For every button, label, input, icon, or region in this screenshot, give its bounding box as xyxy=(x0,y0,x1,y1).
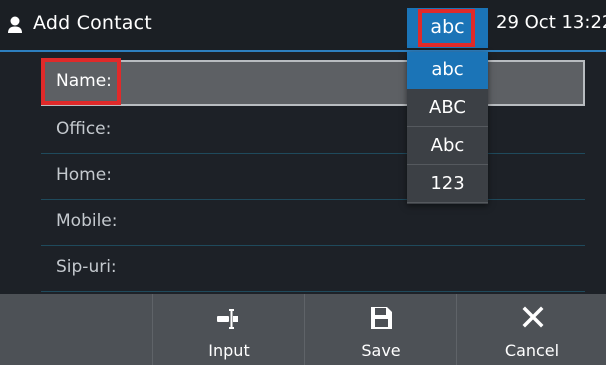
input-cursor-icon xyxy=(217,309,238,329)
input-mode-button[interactable]: abc xyxy=(407,8,488,48)
close-icon xyxy=(522,306,544,328)
title-bar: Add Contact abc 29 Oct 13:22 xyxy=(0,0,606,52)
contact-person-icon xyxy=(8,16,22,33)
softkey-empty xyxy=(0,294,152,365)
field-label: Sip-uri: xyxy=(56,257,117,277)
page-title: Add Contact xyxy=(33,12,152,34)
field-mobile[interactable]: Mobile: xyxy=(41,200,585,246)
cancel-button[interactable]: Cancel xyxy=(456,294,606,365)
name-field-highlight-box xyxy=(41,58,121,105)
input-mode-option-abc[interactable]: abc xyxy=(407,52,488,89)
cancel-button-label: Cancel xyxy=(504,341,560,360)
save-button-label: Save xyxy=(361,341,401,360)
input-button-label: Input xyxy=(208,341,250,360)
field-sip-uri[interactable]: Sip-uri: xyxy=(41,246,585,292)
input-mode-option-Abc[interactable]: Abc xyxy=(407,128,488,165)
input-mode-option-ABC[interactable]: ABC xyxy=(407,90,488,127)
field-label: Mobile: xyxy=(56,211,118,231)
input-mode-option-123[interactable]: 123 xyxy=(407,166,488,203)
input-mode-highlight-box xyxy=(418,9,475,47)
field-label: Office: xyxy=(56,119,112,139)
softkey-bar: Input Save Cancel xyxy=(0,294,606,365)
field-office[interactable]: Office: xyxy=(41,108,585,154)
datetime: 29 Oct 13:22 xyxy=(496,12,606,33)
input-button[interactable]: Input xyxy=(152,294,304,365)
field-home[interactable]: Home: xyxy=(41,154,585,200)
field-name[interactable]: Name: xyxy=(41,60,585,106)
input-mode-dropdown: abc ABC Abc 123 xyxy=(407,52,488,204)
field-label: Home: xyxy=(56,165,112,185)
save-button[interactable]: Save xyxy=(304,294,456,365)
save-disk-icon xyxy=(371,307,392,329)
